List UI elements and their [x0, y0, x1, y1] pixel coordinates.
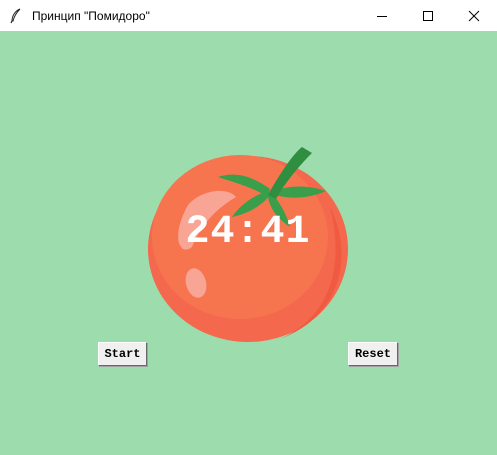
app-window: Принцип "Помидоро" 24:41 Start Reset: [0, 0, 497, 455]
feather-icon: [6, 6, 26, 26]
minimize-icon: [377, 15, 387, 17]
timer-canvas: 24:41 Start Reset: [0, 31, 497, 455]
close-button[interactable]: [451, 0, 497, 31]
close-icon: [468, 10, 480, 21]
window-title: Принцип "Помидоро": [32, 8, 150, 23]
maximize-button[interactable]: [405, 0, 451, 31]
maximize-icon: [423, 10, 433, 21]
reset-button[interactable]: Reset: [348, 342, 398, 366]
timer-display: 24:41: [185, 210, 311, 255]
start-button[interactable]: Start: [98, 342, 147, 366]
window-controls: [359, 0, 497, 31]
minimize-button[interactable]: [359, 0, 405, 31]
title-bar[interactable]: Принцип "Помидоро": [0, 0, 497, 31]
